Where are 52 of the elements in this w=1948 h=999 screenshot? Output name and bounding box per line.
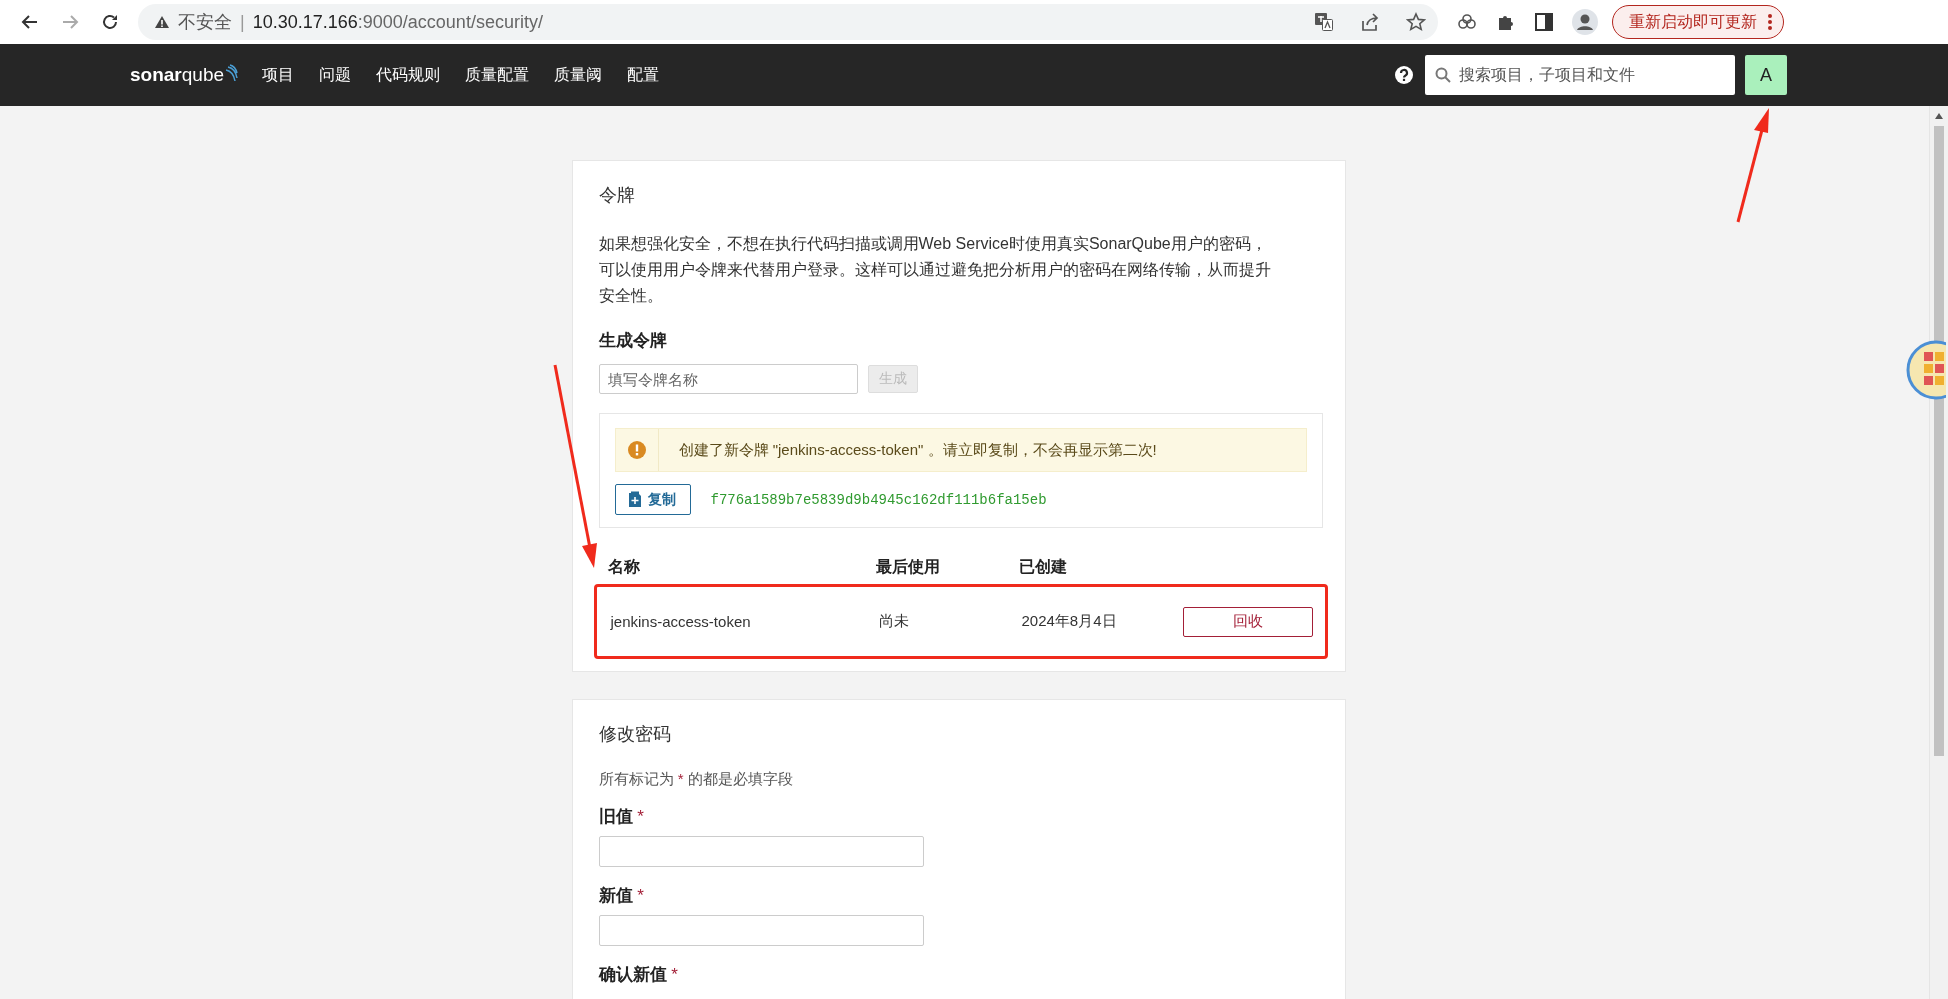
token-value: f776a1589b7e5839d9b4945c162df111b6fa15eb [710,491,1047,508]
user-avatar[interactable]: A [1745,55,1787,95]
nav-link[interactable]: 项目 [262,64,295,86]
password-field[interactable] [598,836,924,867]
url-text: 10.30.17.166:9000/account/security/ [252,11,543,33]
clipboard-plus-icon [627,491,642,508]
exclamation-icon [627,441,646,459]
search-icon [1435,67,1451,83]
scroll-up-icon[interactable] [1934,112,1944,120]
separator-text: | [240,11,245,33]
search-field[interactable]: 搜索项目，子项目和文件 [1425,55,1735,95]
table-cell-text: jenkins-access-token [610,613,752,630]
sonarqube-logo[interactable]: sonarqube [130,64,239,86]
update-button[interactable]: 重新启动即可更新 [1612,5,1784,39]
nav-link[interactable]: 问题 [319,64,352,86]
field-label: 确认新值 * [598,964,679,986]
share-icon[interactable] [1360,12,1380,32]
column-header: 名称 [607,556,641,577]
security-label: 不安全 [178,11,232,34]
translate-icon[interactable] [1314,12,1334,32]
nav-link[interactable]: 质量配置 [465,64,530,86]
help-icon[interactable] [1395,66,1413,84]
cloud-link-icon[interactable] [1456,12,1478,32]
table-cell-text: 2024年8月4日 [1020,612,1118,631]
password-field[interactable] [598,915,924,946]
alert-message: 创建了新令牌 "jenkins-access-token" 。请立即复制，不会再显示第二次! [678,440,1157,460]
revoke-button[interactable]: 回收 [1182,606,1313,637]
star-icon[interactable] [1406,12,1426,32]
section-heading: 生成令牌 [598,330,668,352]
copy-button[interactable]: 复制 [614,484,691,515]
required-note: 所有标记为 * 的都是必填字段 [598,770,794,789]
section-title: 修改密码 [598,723,672,746]
warning-triangle-icon [154,15,170,29]
floating-widget-icon[interactable] [1906,340,1946,400]
address-bar[interactable]: 不安全 | 10.30.17.166:9000/account/security/ [138,4,1438,40]
section-title: 令牌 [598,184,636,207]
kebab-menu-icon [1767,13,1773,31]
back-arrow-icon[interactable] [21,13,39,31]
column-header: 已创建 [1017,556,1068,577]
description-text: 如果想强化安全，不想在执行代码扫描或调用Web Service时使用真实SonarQube用户的密码，可以使用用户令牌来代替用户登录。这样可以通过避免把分析用户的密码在网络传输，从而提升安全性。 [598,234,1271,306]
nav-link[interactable]: 配置 [627,64,660,86]
scrollbar-thumb[interactable] [1934,126,1944,756]
table-cell-text: 尚未 [878,612,910,631]
field-label: 新值 * [598,885,645,907]
field-label: 旧值 * [598,806,645,828]
nav-link[interactable]: 质量阈 [554,64,603,86]
column-header: 最后使用 [875,556,941,577]
reload-icon[interactable] [101,13,119,31]
side-panel-icon[interactable] [1534,12,1554,32]
profile-icon[interactable] [1572,9,1598,35]
nav-link[interactable]: 代码规则 [376,64,441,86]
token-name-field[interactable]: 填写令牌名称 [598,364,858,394]
